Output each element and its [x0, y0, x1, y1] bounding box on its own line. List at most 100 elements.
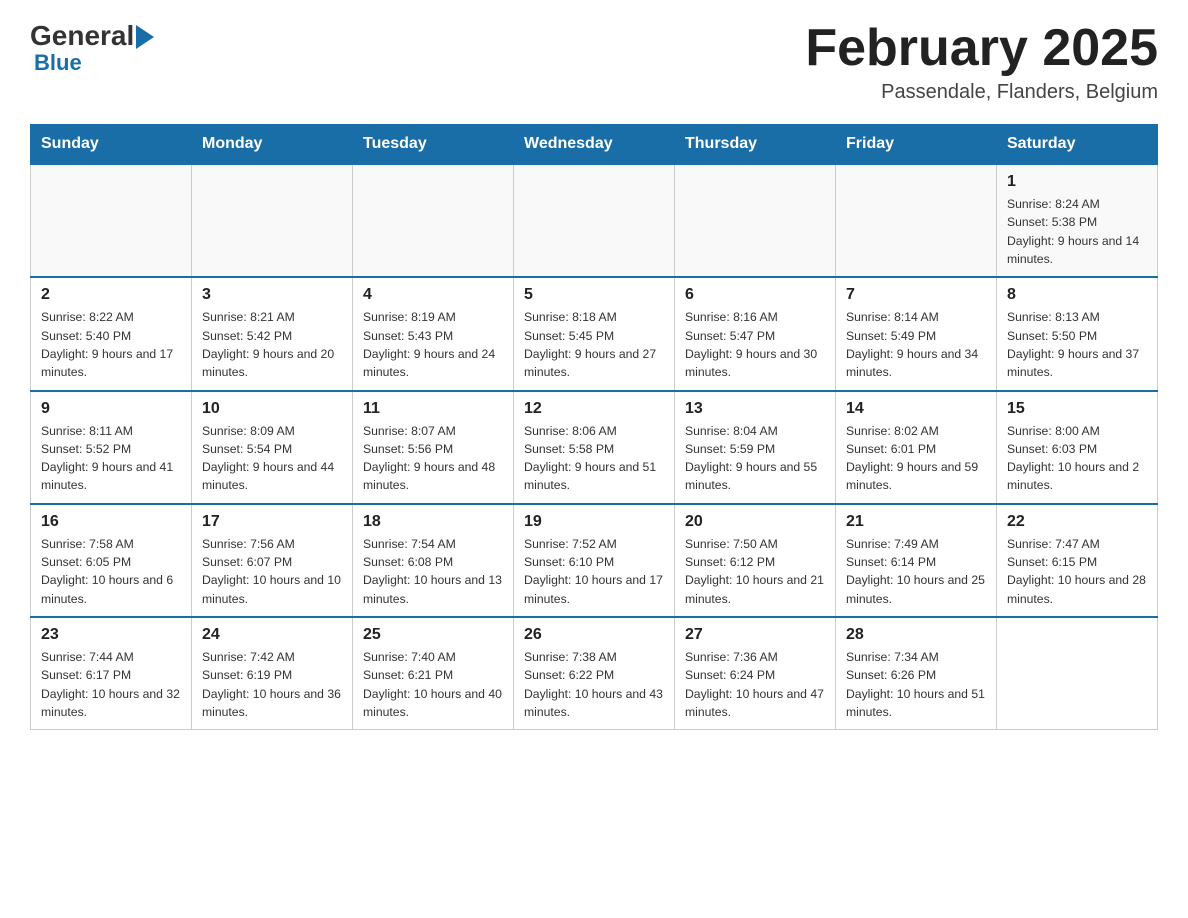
- calendar-cell-w2-d3: 12 Sunrise: 8:06 AMSunset: 5:58 PMDayligh…: [514, 391, 675, 504]
- calendar-cell-w3-d6: 22 Sunrise: 7:47 AMSunset: 6:15 PMDayligh…: [997, 504, 1158, 617]
- logo-general-text: General: [30, 20, 134, 52]
- calendar-cell-w2-d4: 13 Sunrise: 8:04 AMSunset: 5:59 PMDayligh…: [675, 391, 836, 504]
- day-info: Sunrise: 8:13 AMSunset: 5:50 PMDaylight:…: [1007, 308, 1147, 381]
- calendar-cell-w1-d1: 3 Sunrise: 8:21 AMSunset: 5:42 PMDaylight…: [192, 277, 353, 390]
- calendar-cell-w0-d6: 1Sunrise: 8:24 AMSunset: 5:38 PMDaylight…: [997, 164, 1158, 277]
- calendar-cell-w3-d1: 17 Sunrise: 7:56 AMSunset: 6:07 PMDayligh…: [192, 504, 353, 617]
- day-number: 18: [363, 513, 503, 531]
- day-number: 3: [202, 286, 342, 304]
- calendar-cell-w3-d2: 18 Sunrise: 7:54 AMSunset: 6:08 PMDayligh…: [353, 504, 514, 617]
- day-info: Sunrise: 8:22 AMSunset: 5:40 PMDaylight:…: [41, 308, 181, 381]
- day-number: 25: [363, 626, 503, 644]
- day-number: 11: [363, 400, 503, 418]
- calendar-cell-w3-d0: 16 Sunrise: 7:58 AMSunset: 6:05 PMDayligh…: [31, 504, 192, 617]
- calendar-cell-w0-d5: [836, 164, 997, 277]
- calendar-cell-w2-d5: 14 Sunrise: 8:02 AMSunset: 6:01 PMDayligh…: [836, 391, 997, 504]
- calendar-cell-w1-d6: 8 Sunrise: 8:13 AMSunset: 5:50 PMDaylight…: [997, 277, 1158, 390]
- day-number: 5: [524, 286, 664, 304]
- day-number: 20: [685, 513, 825, 531]
- calendar-cell-w4-d2: 25Sunrise: 7:40 AMSunset: 6:21 PMDayligh…: [353, 617, 514, 730]
- calendar-cell-w3-d3: 19 Sunrise: 7:52 AMSunset: 6:10 PMDayligh…: [514, 504, 675, 617]
- day-info: Sunrise: 8:19 AMSunset: 5:43 PMDaylight:…: [363, 308, 503, 381]
- calendar-cell-w2-d1: 10 Sunrise: 8:09 AMSunset: 5:54 PMDayligh…: [192, 391, 353, 504]
- day-number: 10: [202, 400, 342, 418]
- location-text: Passendale, Flanders, Belgium: [805, 81, 1158, 104]
- day-info: Sunrise: 8:16 AMSunset: 5:47 PMDaylight:…: [685, 308, 825, 381]
- day-info: Sunrise: 8:09 AMSunset: 5:54 PMDaylight:…: [202, 422, 342, 495]
- calendar-cell-w0-d2: [353, 164, 514, 277]
- day-info: Sunrise: 8:07 AMSunset: 5:56 PMDaylight:…: [363, 422, 503, 495]
- day-info: Sunrise: 7:47 AMSunset: 6:15 PMDaylight:…: [1007, 535, 1147, 608]
- day-number: 8: [1007, 286, 1147, 304]
- day-number: 19: [524, 513, 664, 531]
- calendar-cell-w4-d5: 28 Sunrise: 7:34 AMSunset: 6:26 PMDayligh…: [836, 617, 997, 730]
- day-info: Sunrise: 7:49 AMSunset: 6:14 PMDaylight:…: [846, 535, 986, 608]
- logo: General Blue: [30, 20, 154, 74]
- day-number: 17: [202, 513, 342, 531]
- day-info: Sunrise: 8:18 AMSunset: 5:45 PMDaylight:…: [524, 308, 664, 381]
- calendar-cell-w1-d3: 5 Sunrise: 8:18 AMSunset: 5:45 PMDaylight…: [514, 277, 675, 390]
- month-title: February 2025: [805, 20, 1158, 77]
- week-row-4: 23 Sunrise: 7:44 AMSunset: 6:17 PMDayligh…: [31, 617, 1158, 730]
- day-info: Sunrise: 7:44 AMSunset: 6:17 PMDaylight:…: [41, 648, 181, 721]
- day-info: Sunrise: 7:42 AMSunset: 6:19 PMDaylight:…: [202, 648, 342, 721]
- calendar-cell-w2-d6: 15 Sunrise: 8:00 AMSunset: 6:03 PMDayligh…: [997, 391, 1158, 504]
- day-number: 16: [41, 513, 181, 531]
- day-info: Sunrise: 7:56 AMSunset: 6:07 PMDaylight:…: [202, 535, 342, 608]
- day-number: 13: [685, 400, 825, 418]
- day-info: Sunrise: 8:21 AMSunset: 5:42 PMDaylight:…: [202, 308, 342, 381]
- calendar-cell-w1-d4: 6 Sunrise: 8:16 AMSunset: 5:47 PMDaylight…: [675, 277, 836, 390]
- calendar-cell-w4-d6: [997, 617, 1158, 730]
- title-section: February 2025 Passendale, Flanders, Belg…: [805, 20, 1158, 104]
- day-info: Sunrise: 7:54 AMSunset: 6:08 PMDaylight:…: [363, 535, 503, 608]
- logo-blue-text: Blue: [34, 52, 82, 74]
- col-thursday: Thursday: [675, 125, 836, 165]
- calendar-cell-w2-d0: 9Sunrise: 8:11 AMSunset: 5:52 PMDaylight…: [31, 391, 192, 504]
- day-info: Sunrise: 8:06 AMSunset: 5:58 PMDaylight:…: [524, 422, 664, 495]
- day-info: Sunrise: 7:34 AMSunset: 6:26 PMDaylight:…: [846, 648, 986, 721]
- day-number: 27: [685, 626, 825, 644]
- calendar-cell-w4-d3: 26 Sunrise: 7:38 AMSunset: 6:22 PMDayligh…: [514, 617, 675, 730]
- day-number: 24: [202, 626, 342, 644]
- calendar-cell-w4-d1: 24 Sunrise: 7:42 AMSunset: 6:19 PMDayligh…: [192, 617, 353, 730]
- day-info: Sunrise: 7:58 AMSunset: 6:05 PMDaylight:…: [41, 535, 181, 608]
- day-info: Sunrise: 8:00 AMSunset: 6:03 PMDaylight:…: [1007, 422, 1147, 495]
- week-row-1: 2Sunrise: 8:22 AMSunset: 5:40 PMDaylight…: [31, 277, 1158, 390]
- calendar-cell-w1-d2: 4 Sunrise: 8:19 AMSunset: 5:43 PMDaylight…: [353, 277, 514, 390]
- day-info: Sunrise: 8:14 AMSunset: 5:49 PMDaylight:…: [846, 308, 986, 381]
- day-info: Sunrise: 8:11 AMSunset: 5:52 PMDaylight:…: [41, 422, 181, 495]
- calendar-cell-w4-d4: 27Sunrise: 7:36 AMSunset: 6:24 PMDayligh…: [675, 617, 836, 730]
- calendar-cell-w4-d0: 23 Sunrise: 7:44 AMSunset: 6:17 PMDayligh…: [31, 617, 192, 730]
- day-info: Sunrise: 8:04 AMSunset: 5:59 PMDaylight:…: [685, 422, 825, 495]
- week-row-3: 16 Sunrise: 7:58 AMSunset: 6:05 PMDayligh…: [31, 504, 1158, 617]
- calendar-cell-w1-d5: 7 Sunrise: 8:14 AMSunset: 5:49 PMDaylight…: [836, 277, 997, 390]
- day-number: 21: [846, 513, 986, 531]
- day-number: 7: [846, 286, 986, 304]
- day-number: 26: [524, 626, 664, 644]
- calendar-cell-w1-d0: 2Sunrise: 8:22 AMSunset: 5:40 PMDaylight…: [31, 277, 192, 390]
- week-row-2: 9Sunrise: 8:11 AMSunset: 5:52 PMDaylight…: [31, 391, 1158, 504]
- calendar-cell-w0-d3: [514, 164, 675, 277]
- calendar-cell-w0-d1: [192, 164, 353, 277]
- calendar-header-row: Sunday Monday Tuesday Wednesday Thursday…: [31, 125, 1158, 165]
- col-saturday: Saturday: [997, 125, 1158, 165]
- calendar-cell-w2-d2: 11 Sunrise: 8:07 AMSunset: 5:56 PMDayligh…: [353, 391, 514, 504]
- day-number: 6: [685, 286, 825, 304]
- week-row-0: 1Sunrise: 8:24 AMSunset: 5:38 PMDaylight…: [31, 164, 1158, 277]
- day-number: 14: [846, 400, 986, 418]
- day-info: Sunrise: 7:38 AMSunset: 6:22 PMDaylight:…: [524, 648, 664, 721]
- page-header: General Blue February 2025 Passendale, F…: [30, 20, 1158, 104]
- col-sunday: Sunday: [31, 125, 192, 165]
- day-number: 22: [1007, 513, 1147, 531]
- col-wednesday: Wednesday: [514, 125, 675, 165]
- day-info: Sunrise: 8:02 AMSunset: 6:01 PMDaylight:…: [846, 422, 986, 495]
- day-number: 28: [846, 626, 986, 644]
- day-info: Sunrise: 8:24 AMSunset: 5:38 PMDaylight:…: [1007, 195, 1147, 268]
- col-monday: Monday: [192, 125, 353, 165]
- day-number: 4: [363, 286, 503, 304]
- day-info: Sunrise: 7:52 AMSunset: 6:10 PMDaylight:…: [524, 535, 664, 608]
- day-number: 12: [524, 400, 664, 418]
- day-number: 23: [41, 626, 181, 644]
- day-number: 15: [1007, 400, 1147, 418]
- calendar-cell-w3-d4: 20Sunrise: 7:50 AMSunset: 6:12 PMDayligh…: [675, 504, 836, 617]
